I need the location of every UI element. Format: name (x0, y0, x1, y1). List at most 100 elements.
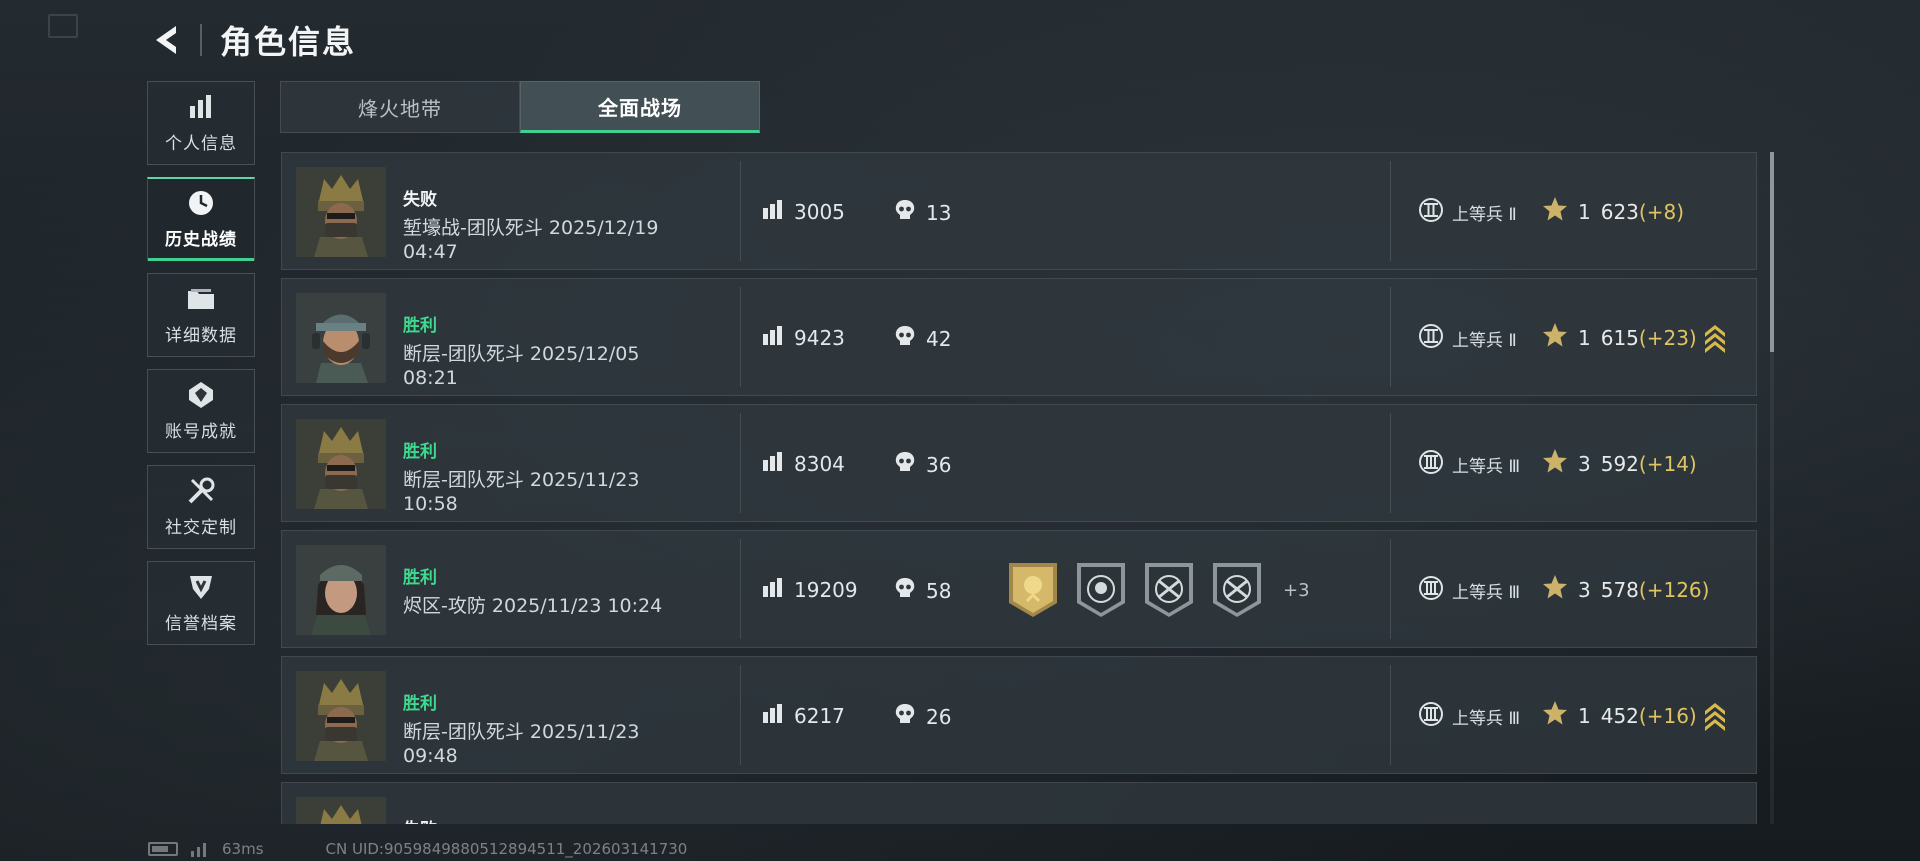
match-mode-time: 断层-团队死斗 2025/12/05 08:21 (403, 343, 640, 389)
match-mode-time: 烬区-攻防 2025/11/23 10:24 (403, 595, 663, 617)
match-mode-time: 断层-团队死斗 2025/11/23 09:48 (403, 721, 640, 767)
page-title: 角色信息 (220, 23, 357, 61)
operator-avatar (296, 545, 386, 635)
points-delta: (+126) (1638, 577, 1710, 602)
row-divider (740, 161, 741, 261)
rank-label: 上等兵 Ⅲ (1452, 583, 1521, 603)
points-value: 452 (1600, 703, 1639, 728)
kills-stat: 58 (894, 577, 951, 604)
match-result: 胜利 (403, 442, 437, 462)
corner-mark (48, 14, 78, 38)
rank-points: 1 615 (+23) (1542, 322, 1697, 353)
row-divider (1390, 539, 1391, 639)
bar-chart-icon (186, 93, 216, 121)
rank-points: 3 592 (+14) (1542, 448, 1697, 479)
row-divider (740, 539, 741, 639)
skull-icon (894, 577, 916, 604)
score-stat: 3005 (762, 199, 845, 224)
scrollbar[interactable] (1770, 152, 1774, 824)
score-stat: 6217 (762, 703, 845, 728)
kills-stat: 36 (894, 451, 951, 478)
rank-label: 上等兵 Ⅲ (1452, 709, 1521, 729)
uid-text: CN UID:9059849880512894511_202603141730 (325, 840, 688, 858)
score-stat: 8304 (762, 451, 845, 476)
score-value: 19209 (794, 577, 858, 602)
score-icon (762, 199, 784, 224)
scrollbar-thumb[interactable] (1770, 152, 1774, 352)
score-icon (762, 577, 784, 602)
clock-icon (186, 189, 216, 217)
sidebar-item-label: 个人信息 (165, 133, 237, 154)
ping-value: 63ms (222, 840, 264, 858)
rank-points: 3 578 (+126) (1542, 574, 1709, 605)
star-icon (1542, 196, 1568, 227)
points-delta: (+14) (1638, 451, 1697, 476)
match-row[interactable]: 失败 堑壕战-团队死斗 2025/12/19 04:47 3005 13 上等兵 Ⅱ 16… (281, 152, 1757, 270)
score-stat: 19209 (762, 577, 858, 602)
match-row[interactable]: 胜利 断层-团队死斗 2025/11/23 10:58 8304 36 上等兵 Ⅲ 3 59… (281, 404, 1757, 522)
back-button[interactable] (148, 20, 182, 60)
match-history-list[interactable]: 失败 堑壕战-团队死斗 2025/12/19 04:47 3005 13 上等兵 Ⅱ16… (281, 152, 1758, 824)
operator-avatar (296, 293, 386, 383)
points-value: 578 (1600, 577, 1639, 602)
sidebar-item-achievements[interactable]: 账号成就 (147, 369, 255, 453)
rank-label: 上等兵 Ⅲ (1452, 457, 1521, 477)
kills-value: 13 (926, 200, 952, 225)
status-bar: 63ms CN UID:9059849880512894511_20260314… (148, 840, 687, 858)
match-mode-time: 堑壕战-团队死斗 2025/12/19 04:47 (403, 217, 659, 263)
points-delta: (+23) (1638, 325, 1697, 350)
operator-avatar (296, 797, 386, 824)
rank-info: 上等兵 Ⅲ (1418, 575, 1520, 606)
score-value: 8304 (794, 451, 845, 476)
match-row[interactable]: 胜利 烬区-攻防 2025/11/23 10:24 19209 58 +3 上等兵 Ⅲ 3… (281, 530, 1757, 648)
star-icon (1542, 574, 1568, 605)
crossed-rifles-medal-icon[interactable] (1211, 561, 1263, 619)
star-icon (1542, 700, 1568, 731)
rank-insignia-icon (1418, 575, 1444, 606)
sidebar-item-reputation[interactable]: 信誉档案 (147, 561, 255, 645)
sidebar-item-label: 账号成就 (165, 421, 237, 442)
tab-warfare[interactable]: 全面战场 (520, 81, 760, 133)
crossed-rifles-medal-icon[interactable] (1143, 561, 1195, 619)
mode-tabs: 烽火地带 全面战场 (280, 81, 760, 135)
kills-value: 58 (926, 578, 952, 603)
rank-points: 1 623 (+8) (1542, 196, 1684, 227)
match-result: 失败 (403, 815, 437, 824)
match-row[interactable]: 胜利 断层-团队死斗 2025/12/05 08:21 9423 42 上等兵 Ⅱ 1 61… (281, 278, 1757, 396)
medals-more-count[interactable]: +3 (1283, 580, 1310, 601)
row-divider (1390, 287, 1391, 387)
achievement-badge-icon (186, 381, 216, 409)
sidebar-item-history[interactable]: 历史战绩 (147, 177, 255, 261)
sidebar-item-social[interactable]: 社交定制 (147, 465, 255, 549)
rank-insignia-icon (1418, 197, 1444, 228)
match-result: 胜利 (403, 316, 437, 336)
sidebar-item-label: 详细数据 (165, 325, 237, 346)
skull-target-medal-icon[interactable] (1075, 561, 1127, 619)
rank-insignia-icon (1418, 701, 1444, 732)
kills-stat: 13 (894, 199, 951, 226)
gold-emblem-medal-icon[interactable] (1007, 561, 1059, 619)
star-count: 1 (1578, 703, 1591, 728)
star-icon (1542, 322, 1568, 353)
row-divider (740, 287, 741, 387)
back-arrow-icon (156, 26, 176, 54)
score-icon (762, 703, 784, 728)
screen: 角色信息 个人信息 历史战绩 详细数据 账号成就 社交定制 信誉档案 烽火地带 … (0, 0, 1920, 861)
match-row[interactable]: 胜利 断层-团队死斗 2025/11/23 09:48 6217 26 上等兵 Ⅲ 1 45… (281, 656, 1757, 774)
score-value: 6217 (794, 703, 845, 728)
match-row[interactable]: 失败 (281, 782, 1757, 824)
star-count: 3 (1578, 451, 1591, 476)
operator-avatar (296, 167, 386, 257)
rank-up-chevron-icon (1702, 321, 1728, 353)
rank-info: 上等兵 Ⅲ (1418, 449, 1520, 480)
row-divider (1390, 413, 1391, 513)
kills-value: 42 (926, 326, 952, 351)
kills-value: 26 (926, 704, 952, 729)
sidebar-item-details[interactable]: 详细数据 (147, 273, 255, 357)
star-count: 1 (1578, 325, 1591, 350)
tools-icon (186, 477, 216, 505)
score-stat: 9423 (762, 325, 845, 350)
tab-operations[interactable]: 烽火地带 (280, 81, 520, 133)
sidebar-item-profile[interactable]: 个人信息 (147, 81, 255, 165)
rank-points: 1 452 (+16) (1542, 700, 1697, 731)
